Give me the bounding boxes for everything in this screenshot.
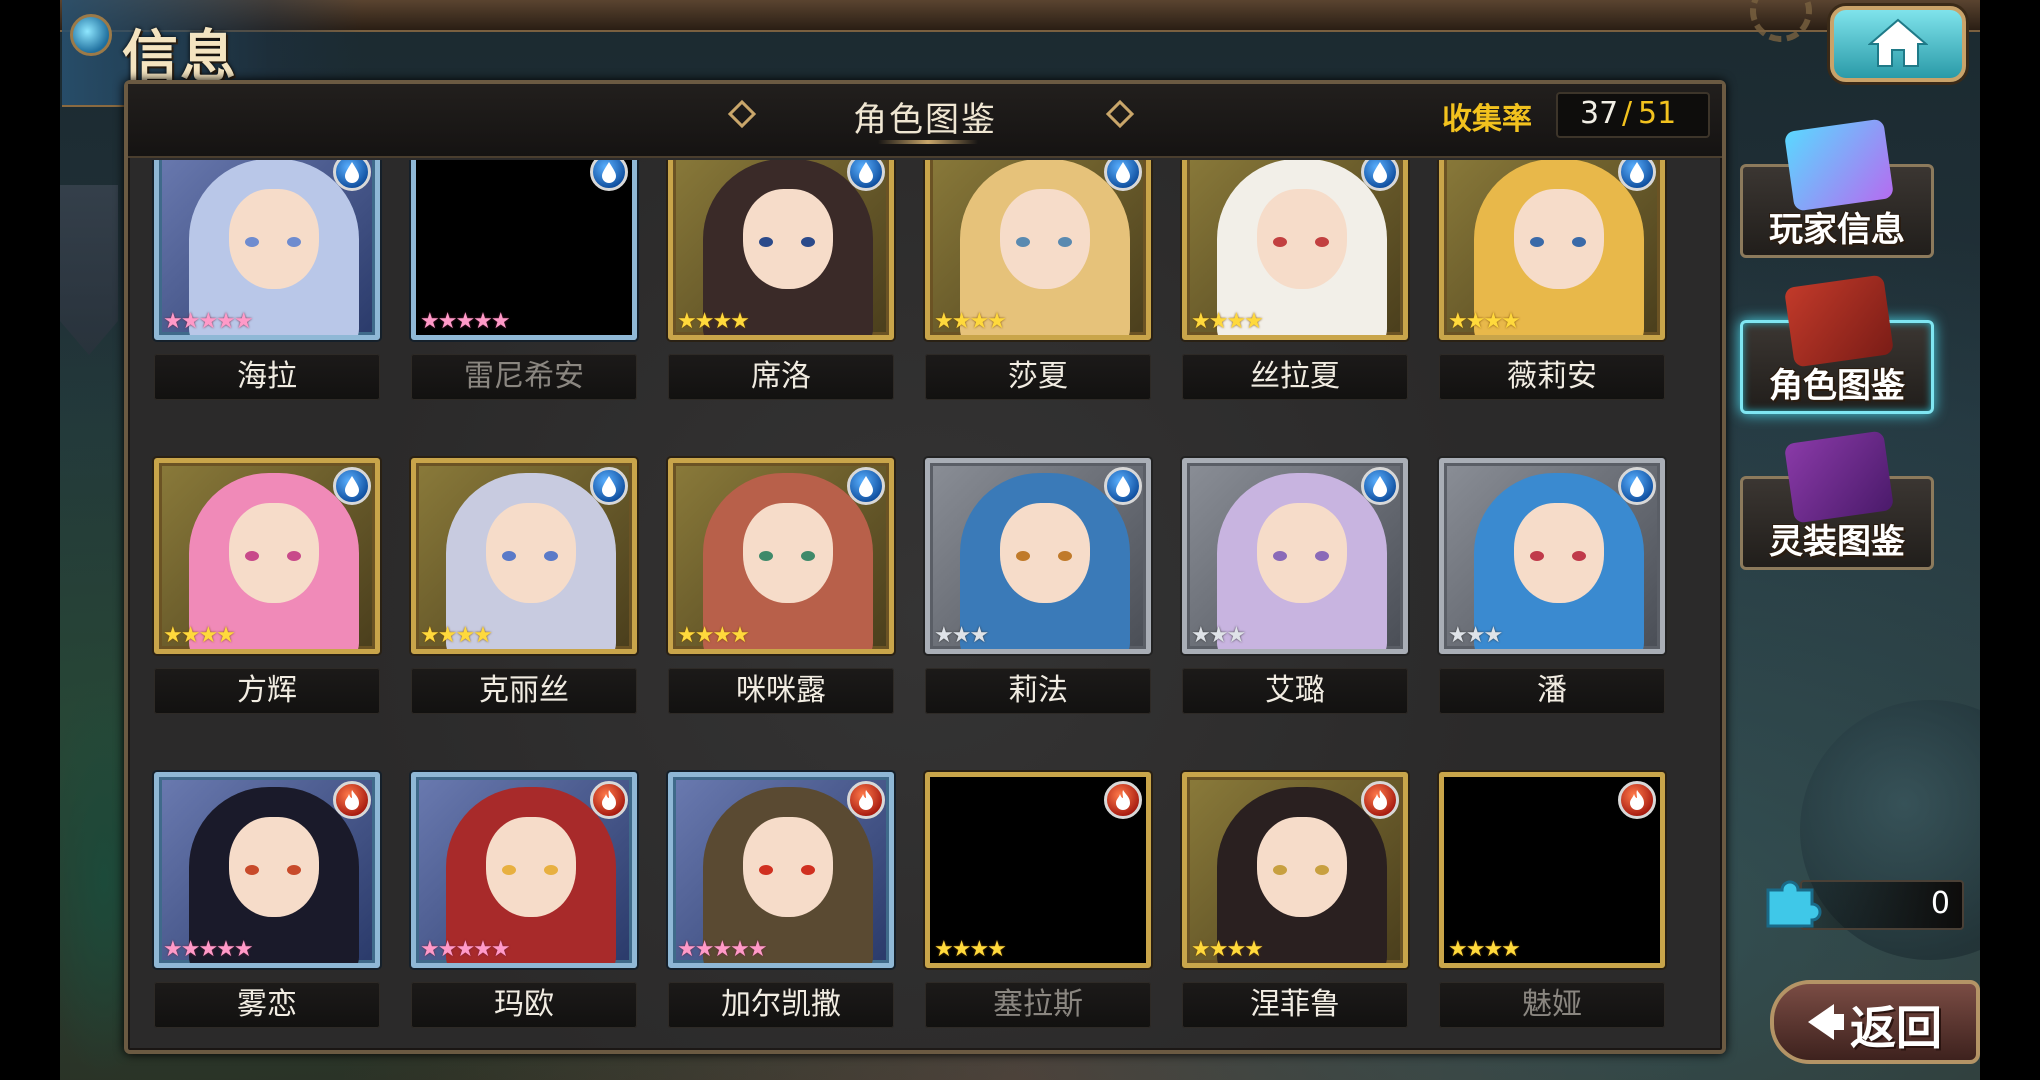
character-name: 薇莉安 [1439,354,1665,400]
currency-display: 0 [1800,880,1964,930]
character-portrait[interactable]: ★★★★ [668,458,894,654]
back-button[interactable]: 返回 [1770,980,1980,1064]
rarity-stars: ★★★★ [677,309,750,334]
character-name: 加尔凯撒 [668,982,894,1028]
puzzle-piece-icon [1766,880,1822,928]
water-element-icon [590,467,628,505]
character-name: 雷尼希安 [411,354,637,400]
character-portrait[interactable]: ★★★★★ [411,772,637,968]
fire-element-icon [847,781,885,819]
character-portrait[interactable]: ★★★★ [1182,160,1408,340]
character-name: 莎夏 [925,354,1151,400]
fire-element-icon [590,781,628,819]
character-portrait[interactable]: ★★★★ [1439,772,1665,968]
rarity-stars: ★★★★ [1448,309,1521,334]
rarity-stars: ★★★ [1191,623,1246,648]
rarity-stars: ★★★★★ [163,309,254,334]
fire-element-icon [1618,781,1656,819]
character-name: 海拉 [154,354,380,400]
character-name: 席洛 [668,354,894,400]
equipment-codex-button[interactable]: 灵装图鉴 [1740,430,1934,570]
character-codex-button[interactable]: 角色图鉴 [1740,274,1934,414]
character-portrait[interactable]: ★★★★ [925,160,1151,340]
character-portrait[interactable]: ★★★★ [668,160,894,340]
collection-total: 51 [1638,96,1677,131]
character-book-icon [1783,274,1895,368]
rarity-stars: ★★★★ [163,623,236,648]
water-element-icon [1104,467,1142,505]
character-portrait[interactable]: ★★★★★ [154,772,380,968]
background-banner [60,185,118,355]
character-name: 潘 [1439,668,1665,714]
character-portrait[interactable]: ★★★★★ [668,772,894,968]
character-portrait[interactable]: ★★★★ [925,772,1151,968]
rarity-stars: ★★★★ [677,623,750,648]
player-info-button[interactable]: 玩家信息 [1740,118,1934,258]
player-card-icon [1783,118,1895,212]
character-portrait[interactable]: ★★★★ [154,458,380,654]
fire-element-icon [1361,781,1399,819]
title-gem-icon [70,14,112,56]
back-arrow-icon [1808,1004,1834,1040]
fire-element-icon [333,781,371,819]
rarity-stars: ★★★★★ [677,937,768,962]
water-element-icon [333,467,371,505]
character-portrait[interactable]: ★★★★ [1439,160,1665,340]
currency-value: 0 [1930,886,1950,921]
collection-current: 37 [1580,96,1619,131]
character-portrait[interactable]: ★★★ [1439,458,1665,654]
rarity-stars: ★★★★ [934,309,1007,334]
fire-element-icon [1104,781,1142,819]
rarity-stars: ★★★★ [1191,937,1264,962]
home-icon [1868,18,1928,67]
rarity-stars: ★★★★★ [420,309,511,334]
collection-rate-box: 37 / 51 [1556,92,1710,138]
character-portrait[interactable]: ★★★★★ [411,160,637,340]
character-portrait[interactable]: ★★★★ [411,458,637,654]
rarity-stars: ★★★★ [420,623,493,648]
rarity-stars: ★★★ [934,623,989,648]
character-name: 克丽丝 [411,668,637,714]
water-element-icon [847,467,885,505]
water-element-icon [1361,467,1399,505]
panel-header: 角色图鉴 收集率 37 / 51 [128,84,1722,158]
rarity-stars: ★★★★ [934,937,1007,962]
character-portrait[interactable]: ★★★★ [1182,772,1408,968]
character-portrait[interactable]: ★★★★★ [154,160,380,340]
rarity-stars: ★★★★★ [163,937,254,962]
character-name: 雾恋 [154,982,380,1028]
rarity-stars: ★★★★★ [420,937,511,962]
character-portrait[interactable]: ★★★ [925,458,1151,654]
collection-rate-label: 收集率 [1442,102,1532,137]
character-name: 丝拉夏 [1182,354,1408,400]
rarity-stars: ★★★★ [1448,937,1521,962]
character-portrait[interactable]: ★★★ [1182,458,1408,654]
home-button[interactable] [1830,6,1966,82]
character-name: 魅娅 [1439,982,1665,1028]
rarity-stars: ★★★★ [1191,309,1264,334]
character-codex-panel: 角色图鉴 收集率 37 / 51 ★★★★★ 海拉 ★★★★★ 雷尼希安 ★★★★ 席洛 ★… [124,80,1726,1054]
rarity-stars: ★★★ [1448,623,1503,648]
water-element-icon [1618,467,1656,505]
character-name: 艾璐 [1182,668,1408,714]
character-name: 玛欧 [411,982,637,1028]
equipment-book-icon [1783,430,1895,524]
character-grid: ★★★★★ 海拉 ★★★★★ 雷尼希安 ★★★★ 席洛 ★★★★ 莎夏 ★★★★ 丝拉夏 ★★★★ 薇… [128,160,1722,1046]
character-name: 咪咪露 [668,668,894,714]
character-name: 方辉 [154,668,380,714]
character-name: 莉法 [925,668,1151,714]
character-name: 涅菲鲁 [1182,982,1408,1028]
character-name: 塞拉斯 [925,982,1151,1028]
